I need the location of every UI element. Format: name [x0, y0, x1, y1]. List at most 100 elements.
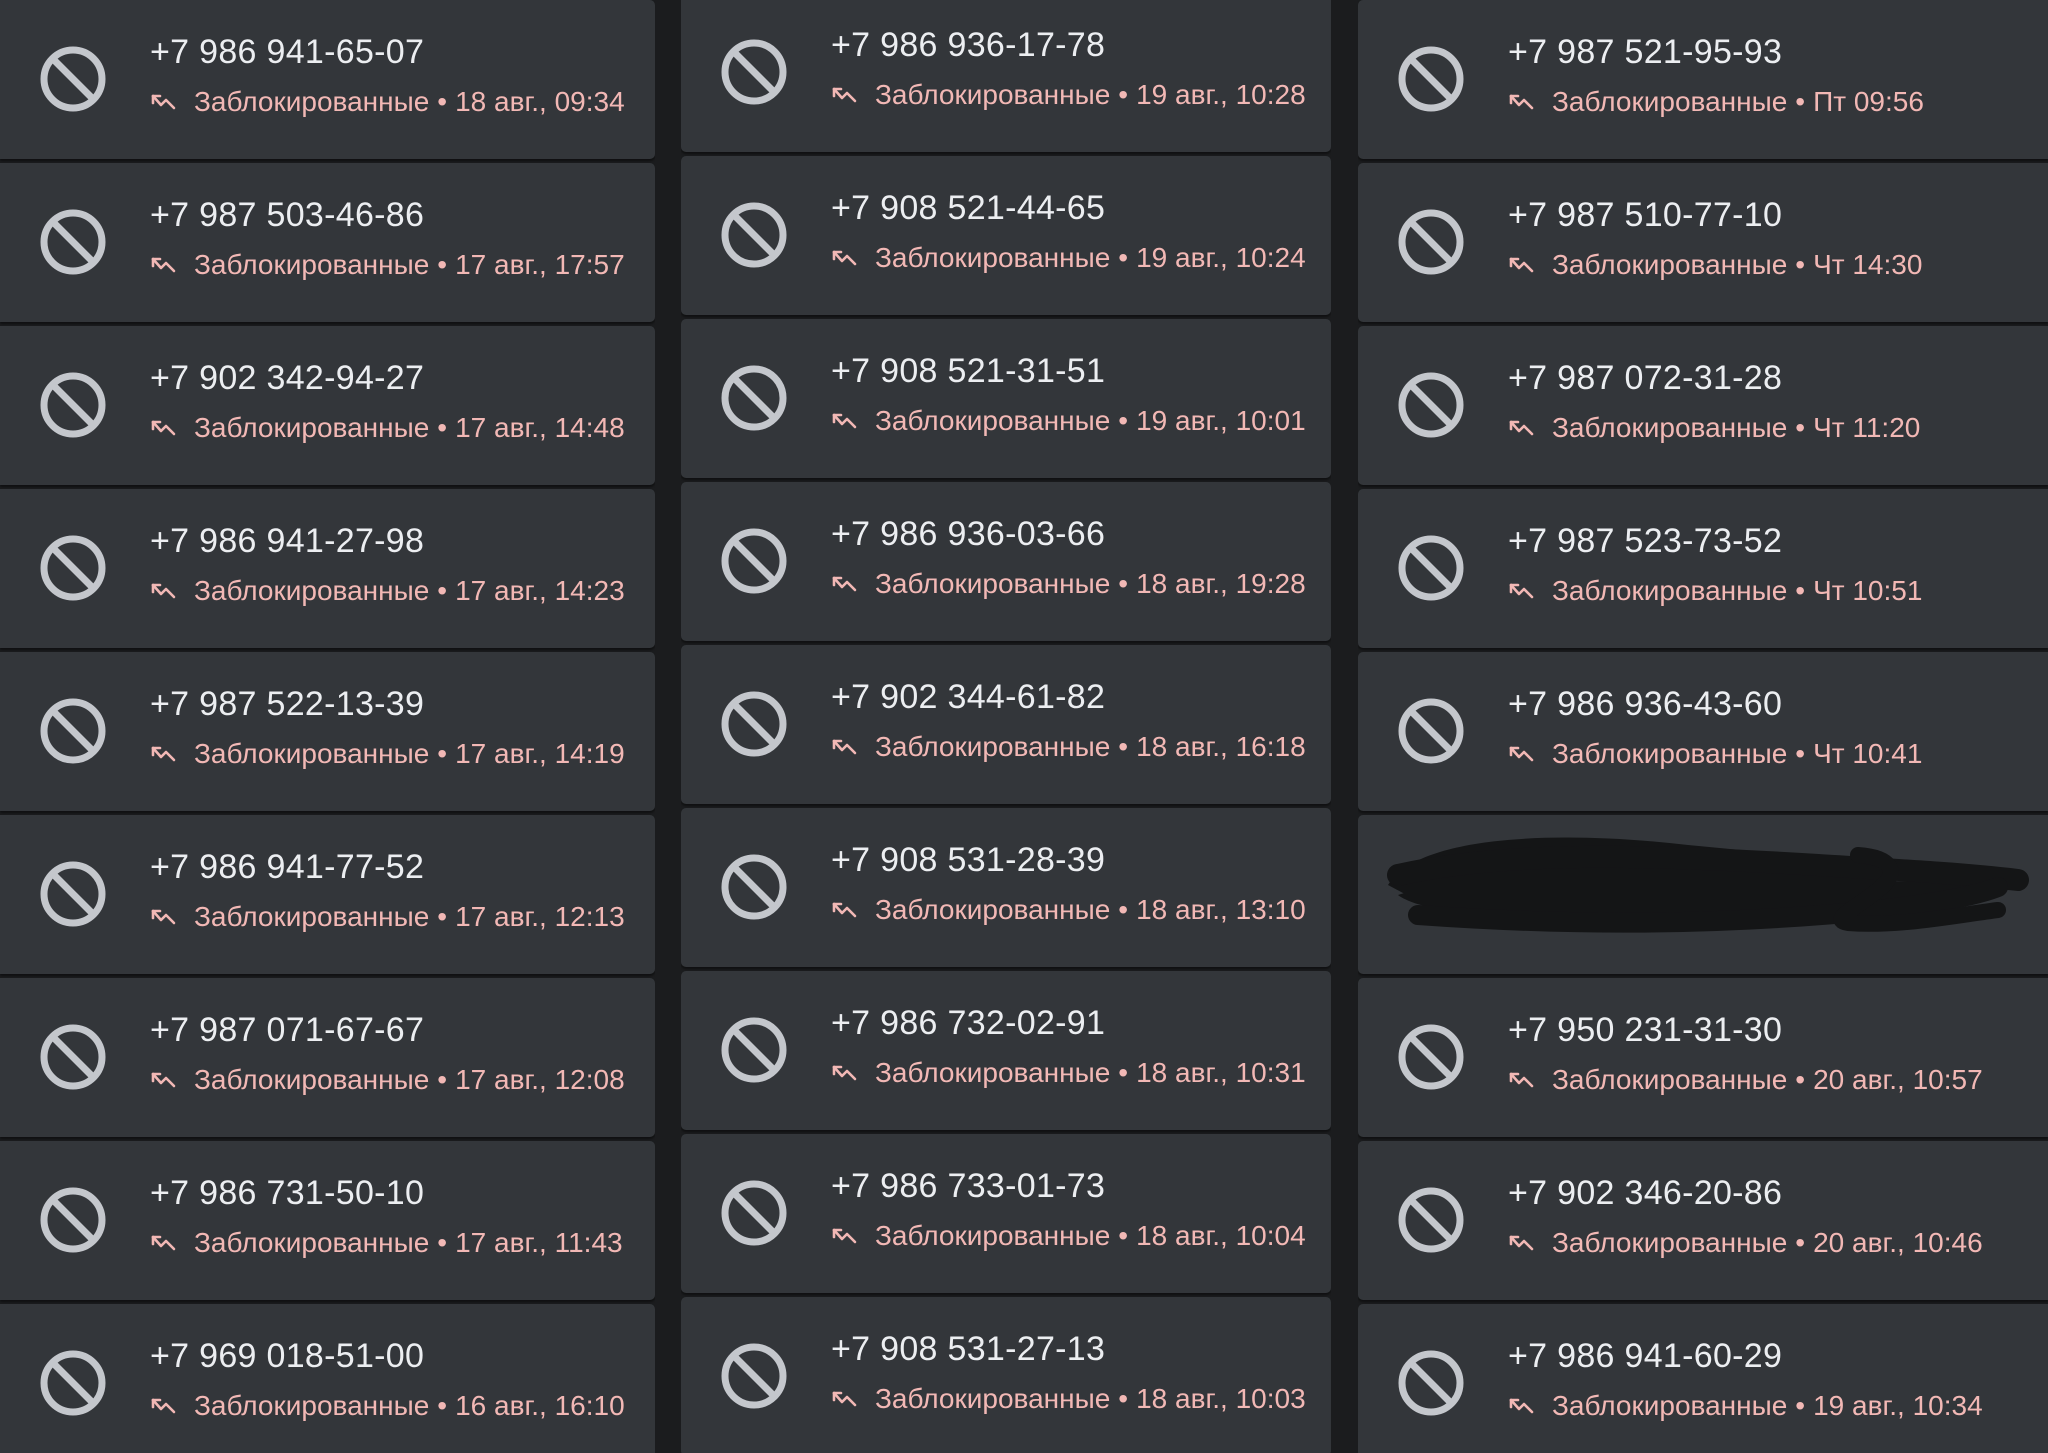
phone-number: +7 986 731-50-10 [150, 1174, 425, 1212]
call-log-entry[interactable]: +7 987 071-67-67 Заблокированные • 17 авг.,… [0, 978, 655, 1137]
missed-call-arrow-icon [1508, 415, 1534, 441]
blocked-circle-icon [719, 689, 789, 759]
call-status-line: Заблокированные • 20 авг., 10:46 [1508, 1227, 1983, 1259]
call-log-entry[interactable]: +7 986 936-17-78 Заблокированные • 19 авг.,… [681, 0, 1331, 152]
blocked-label: Заблокированные [875, 242, 1111, 273]
separator-dot: • [1795, 412, 1806, 443]
call-log-entry[interactable]: +7 986 936-43-60 Заблокированные • Чт 10:41 [1358, 652, 2048, 811]
call-timestamp: 17 авг., 17:57 [455, 249, 625, 280]
call-status-line: Заблокированные • 19 авг., 10:34 [1508, 1390, 1983, 1422]
call-log-column-2: +7 986 936-17-78 Заблокированные • 19 авг.,… [681, 0, 1331, 1453]
phone-number: +7 986 941-77-52 [150, 848, 425, 886]
call-log-entry[interactable]: +7 987 503-46-86 Заблокированные • 17 авг.,… [0, 163, 655, 322]
missed-call-arrow-icon [1508, 578, 1534, 604]
phone-number: +7 987 522-13-39 [150, 685, 425, 723]
phone-number: +7 986 732-02-91 [831, 1004, 1106, 1042]
blocked-label: Заблокированные [194, 1064, 430, 1095]
call-timestamp: 16 авг., 16:10 [455, 1390, 625, 1421]
missed-call-arrow-icon [150, 1230, 176, 1256]
phone-number: +7 986 941-27-98 [150, 522, 425, 560]
separator-dot: • [1795, 1227, 1806, 1258]
blocked-label: Заблокированные [875, 1220, 1111, 1251]
phone-number: +7 902 344-61-82 [831, 678, 1106, 716]
missed-call-arrow-icon [1508, 1067, 1534, 1093]
blocked-circle-icon [719, 852, 789, 922]
phone-number: +7 987 510-77-10 [1508, 196, 1783, 234]
call-timestamp: 19 авг., 10:24 [1136, 242, 1306, 273]
call-timestamp: 18 авг., 19:28 [1136, 568, 1306, 599]
blocked-circle-icon [38, 370, 108, 440]
missed-call-arrow-icon [150, 904, 176, 930]
missed-call-arrow-icon [150, 741, 176, 767]
call-log-entry[interactable]: +7 908 521-44-65 Заблокированные • 19 авг.,… [681, 156, 1331, 315]
blocked-label: Заблокированные [875, 568, 1111, 599]
call-status-line: Заблокированные • 16 авг., 16:10 [150, 1390, 625, 1422]
call-timestamp: Чт 10:41 [1813, 738, 1923, 769]
call-log-entry[interactable]: +7 986 733-01-73 Заблокированные • 18 авг.,… [681, 1134, 1331, 1293]
missed-call-arrow-icon [831, 1060, 857, 1086]
phone-number: +7 969 018-51-00 [150, 1337, 425, 1375]
call-status-line: Заблокированные • 18 авг., 09:34 [150, 86, 625, 118]
call-log-entry[interactable]: +7 986 941-27-98 Заблокированные • 17 авг.,… [0, 489, 655, 648]
call-log-entry[interactable]: +7 987 510-77-10 Заблокированные • Чт 14:30 [1358, 163, 2048, 322]
call-timestamp: 18 авг., 16:18 [1136, 731, 1306, 762]
call-log-entry[interactable]: +7 950 231-31-30 Заблокированные • 20 авг.,… [1358, 978, 2048, 1137]
blocked-circle-icon [1396, 696, 1466, 766]
call-log-entry[interactable]: +7 986 941-65-07 Заблокированные • 18 авг.,… [0, 0, 655, 159]
call-log-entry[interactable]: +7 986 936-03-66 Заблокированные • 18 авг.,… [681, 482, 1331, 641]
call-log-entry[interactable]: +7 986 941-77-52 Заблокированные • 17 авг.,… [0, 815, 655, 974]
call-timestamp: 17 авг., 14:19 [455, 738, 625, 769]
separator-dot: • [437, 1390, 448, 1421]
call-log-entry[interactable]: +7 986 732-02-91 Заблокированные • 18 авг.,… [681, 971, 1331, 1130]
call-log-entry[interactable]: +7 987 072-31-28 Заблокированные • Чт 11:20 [1358, 326, 2048, 485]
call-timestamp: 18 авг., 09:34 [455, 86, 625, 117]
missed-call-arrow-icon [1508, 89, 1534, 115]
missed-call-arrow-icon [1508, 1393, 1534, 1419]
call-timestamp: 20 авг., 10:57 [1813, 1064, 1983, 1095]
blocked-label: Заблокированные [875, 405, 1111, 436]
blocked-label: Заблокированные [194, 1390, 430, 1421]
call-log-entry[interactable]: +7 969 018-51-00 Заблокированные • 16 авг.,… [0, 1304, 655, 1453]
call-log-entry[interactable]: +7 908 531-28-39 Заблокированные • 18 авг.,… [681, 808, 1331, 967]
call-status-line: Заблокированные • 17 авг., 14:48 [150, 412, 625, 444]
missed-call-arrow-icon [1508, 252, 1534, 278]
separator-dot: • [437, 901, 448, 932]
call-log-entry[interactable]: +7 908 521-31-51 Заблокированные • 19 авг.,… [681, 319, 1331, 478]
phone-number: +7 908 521-44-65 [831, 189, 1106, 227]
separator-dot: • [437, 412, 448, 443]
call-status-line: Заблокированные • 18 авг., 16:18 [831, 731, 1306, 763]
blocked-label: Заблокированные [194, 412, 430, 443]
call-log-entry[interactable]: +7 986 941-60-29 Заблокированные • 19 авг.,… [1358, 1304, 2048, 1453]
call-timestamp: Чт 14:30 [1813, 249, 1923, 280]
separator-dot: • [1118, 894, 1129, 925]
missed-call-arrow-icon [1508, 1230, 1534, 1256]
call-timestamp: 17 авг., 12:08 [455, 1064, 625, 1095]
call-log-entry[interactable]: +7 987 521-95-93 Заблокированные • Пт 09:56 [1358, 0, 2048, 159]
missed-call-arrow-icon [150, 415, 176, 441]
separator-dot: • [437, 1064, 448, 1095]
call-log-entry[interactable]: +7 902 344-61-82 Заблокированные • 18 авг.,… [681, 645, 1331, 804]
call-timestamp: 17 авг., 12:13 [455, 901, 625, 932]
call-log-entry[interactable]: +7 908 531-27-13 Заблокированные • 18 авг.,… [681, 1297, 1331, 1453]
call-status-line: Заблокированные • 17 авг., 12:08 [150, 1064, 625, 1096]
call-log-entry[interactable]: +7 987 523-73-52 Заблокированные • Чт 10:51 [1358, 489, 2048, 648]
blocked-circle-icon [38, 696, 108, 766]
redacted-entry[interactable] [1358, 815, 2048, 974]
call-status-line: Заблокированные • Чт 14:30 [1508, 249, 1922, 281]
separator-dot: • [1118, 242, 1129, 273]
separator-dot: • [437, 86, 448, 117]
separator-dot: • [1118, 79, 1129, 110]
call-log-column-3: +7 987 521-95-93 Заблокированные • Пт 09:56… [1358, 0, 2048, 1453]
call-log-entry[interactable]: +7 902 342-94-27 Заблокированные • 17 авг.,… [0, 326, 655, 485]
call-log-entry[interactable]: +7 986 731-50-10 Заблокированные • 17 авг.,… [0, 1141, 655, 1300]
blocked-label: Заблокированные [194, 249, 430, 280]
call-log-entry[interactable]: +7 902 346-20-86 Заблокированные • 20 авг.,… [1358, 1141, 2048, 1300]
separator-dot: • [437, 1227, 448, 1258]
blocked-circle-icon [1396, 1022, 1466, 1092]
call-log-entry[interactable]: +7 987 522-13-39 Заблокированные • 17 авг.,… [0, 652, 655, 811]
call-status-line: Заблокированные • 17 авг., 17:57 [150, 249, 625, 281]
blocked-circle-icon [38, 1185, 108, 1255]
blocked-label: Заблокированные [1552, 1227, 1788, 1258]
missed-call-arrow-icon [150, 578, 176, 604]
blocked-label: Заблокированные [875, 79, 1111, 110]
